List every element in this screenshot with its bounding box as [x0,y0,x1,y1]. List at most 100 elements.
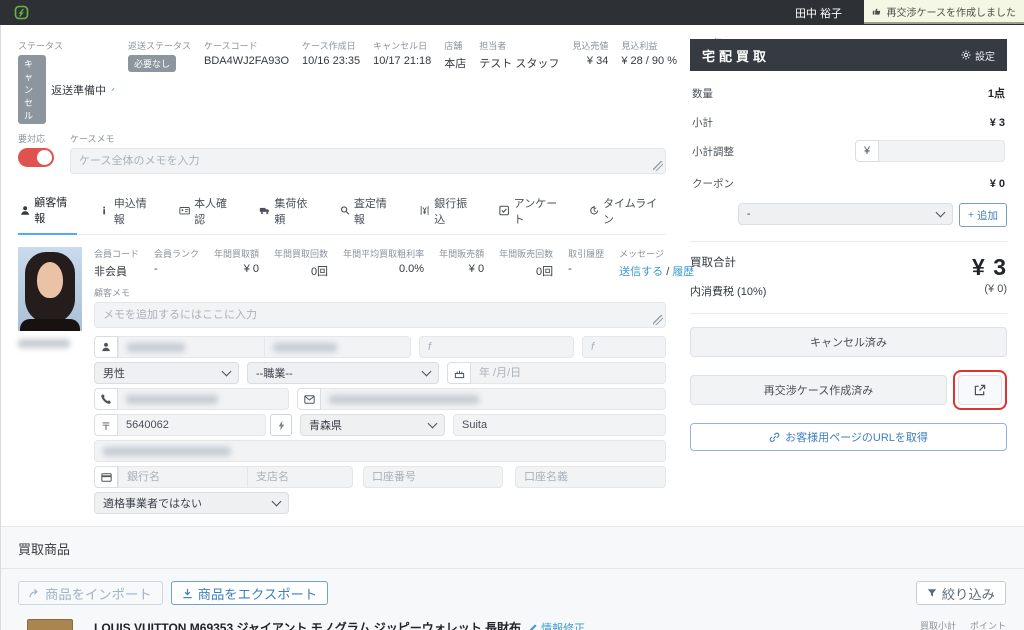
case-memo-input[interactable] [79,155,657,167]
customer-photo-column [18,247,82,514]
customer-memo-box [94,302,666,328]
customer-memo-input[interactable] [103,309,657,321]
tab-customer-info[interactable]: 顧客情報 [18,188,78,235]
chevron-down-icon [221,366,232,377]
chevron-down-icon [427,418,438,429]
item-points: ポイント 0 pt [969,621,1006,630]
birthday-field[interactable] [471,362,666,384]
renegotiated-button[interactable]: 再交渉ケース作成済み [690,375,947,405]
link-icon [769,432,780,442]
export-items-button[interactable]: 商品をエクスポート [170,581,329,605]
tab-timeline[interactable]: タイムライン [587,188,666,234]
first-name-field[interactable] [265,336,411,358]
case-status-row: ステータス キャンセル 返送準備中 返送ステータス 必要なし ケースコード BD… [18,39,734,124]
annotation-highlight-box [953,370,1007,410]
status-badge: キャンセル [18,55,47,124]
case-code: ケースコード BDA4WJ2FA93O [204,41,290,67]
customer-photo[interactable] [18,247,82,331]
attention-toggle[interactable] [18,148,54,167]
add-coupon-button[interactable]: + 追加 [958,203,1007,227]
staff: 担当者 テスト スタッフ [479,41,560,70]
history-icon [589,206,598,215]
settings-button[interactable]: 設定 [961,48,995,63]
edit-item-link[interactable]: 情報修正 [528,623,585,630]
last-name-kana-field[interactable] [419,336,574,358]
subtotal-adjust-row: 小計調整 ¥ [690,140,1007,162]
tab-appraisal-info[interactable]: 査定情報 [338,188,397,234]
open-renegotiation-case-button[interactable] [958,375,1002,405]
mail-icon [297,388,321,410]
tax-row: 内消費税 (10%) (¥ 0) [690,283,1007,298]
email-field[interactable] [321,388,666,410]
survey-check-icon [499,205,510,216]
branch-name-field[interactable] [248,466,353,488]
message-send-link[interactable]: 送信する [619,266,663,278]
phone-field[interactable] [118,388,289,410]
tab-survey[interactable]: アンケート [497,188,566,234]
cancelled-button[interactable]: キャンセル済み [690,327,1007,357]
resize-handle-icon[interactable] [653,161,663,171]
import-arrow-icon [29,588,38,598]
postal-mark-icon: 〒 [94,414,118,436]
edit-pencil-icon[interactable] [111,84,115,95]
last-name-field[interactable] [118,336,265,358]
prefecture-select[interactable]: 青森県 [300,414,445,436]
address-field[interactable] [94,440,666,462]
qualified-business-select[interactable]: 適格事業者ではない [94,492,289,514]
lightning-bolt-icon [278,419,284,431]
truck-icon [260,207,270,215]
person-icon [94,336,118,358]
tab-identity-verification[interactable]: 本人確認 [177,188,237,234]
toast-notification[interactable]: 再交渉ケースを作成しました [864,0,1024,24]
attention-toggle-field: 要対応 [18,132,54,167]
city-field[interactable] [453,414,666,436]
divider [690,313,1007,314]
chevron-down-icon [271,496,282,507]
quantity-row: 数量 1点 [692,87,1005,101]
case-cancel-date: キャンセル日 10/17 21:18 [373,41,432,67]
subtotal-adjust-input-box [879,140,1005,162]
account-holder-field[interactable] [515,466,666,488]
coupon-row: クーポン ¥ 0 [692,177,1005,191]
bank-card-icon [94,466,118,488]
tab-bank-transfer[interactable]: 銀行振込 [417,188,477,234]
info-icon [103,206,106,215]
bank-name-field[interactable] [118,466,248,488]
item-row: LV 不成約 LOUIS VUITTON M69353 ジャイアント モノグラム… [18,619,1006,630]
panel-title: 宅配買取 [702,48,771,64]
import-items-button[interactable]: 商品をインポート [18,581,163,605]
search-icon [340,206,349,215]
postal-code-field[interactable] [118,414,266,436]
resize-handle-icon[interactable] [653,315,663,325]
divider [1,568,1024,569]
tab-pickup-request[interactable]: 集荷依頼 [257,188,317,234]
yen-prefix: ¥ [855,140,879,162]
store: 店舗 本店 [444,41,467,70]
coupon-select[interactable]: - [737,203,953,225]
edit-pencil-icon [529,624,537,630]
case-status: ステータス キャンセル 返送準備中 [18,39,115,124]
stat-annual-sales-count: 年間販売回数 0回 [499,249,554,278]
current-user[interactable]: 田中 裕子 [795,5,842,21]
case-memo-input-box [70,148,666,174]
customer-page-url-button[interactable]: お客様用ページのURLを取得 [690,423,1007,451]
address-lookup-button[interactable] [270,414,292,436]
return-prep-status: 返送準備中 [51,84,107,97]
account-number-field[interactable] [363,466,503,488]
purchase-summary-panel: 宅配買取 設定 数量 1点 小計 ¥ 3 小計調整 ¥ クーポン ¥ 0 - +… [690,39,1007,514]
subtotal-row: 小計 ¥ 3 [692,116,1005,130]
redacted-text [18,339,70,348]
person-icon [21,205,30,215]
gender-select[interactable]: 男性 [94,362,239,384]
app-logo-icon[interactable] [14,5,29,20]
case-memo-field: ケースメモ [70,132,666,174]
filter-button[interactable]: 絞り込み [915,581,1006,605]
tab-application-info[interactable]: 申込情報 [97,188,156,234]
occupation-select[interactable]: --職業-- [247,362,439,384]
toast-text: 再交渉ケースを作成しました [886,7,1017,19]
item-thumbnail[interactable]: LV [27,619,73,630]
stat-annual-sales-amount: 年間販売額 ¥ 0 [439,249,485,275]
subtotal-adjust-input[interactable] [887,145,996,157]
first-name-kana-field[interactable] [582,336,666,358]
items-toolbar: 商品をインポート 商品をエクスポート 絞り込み [18,581,1006,605]
